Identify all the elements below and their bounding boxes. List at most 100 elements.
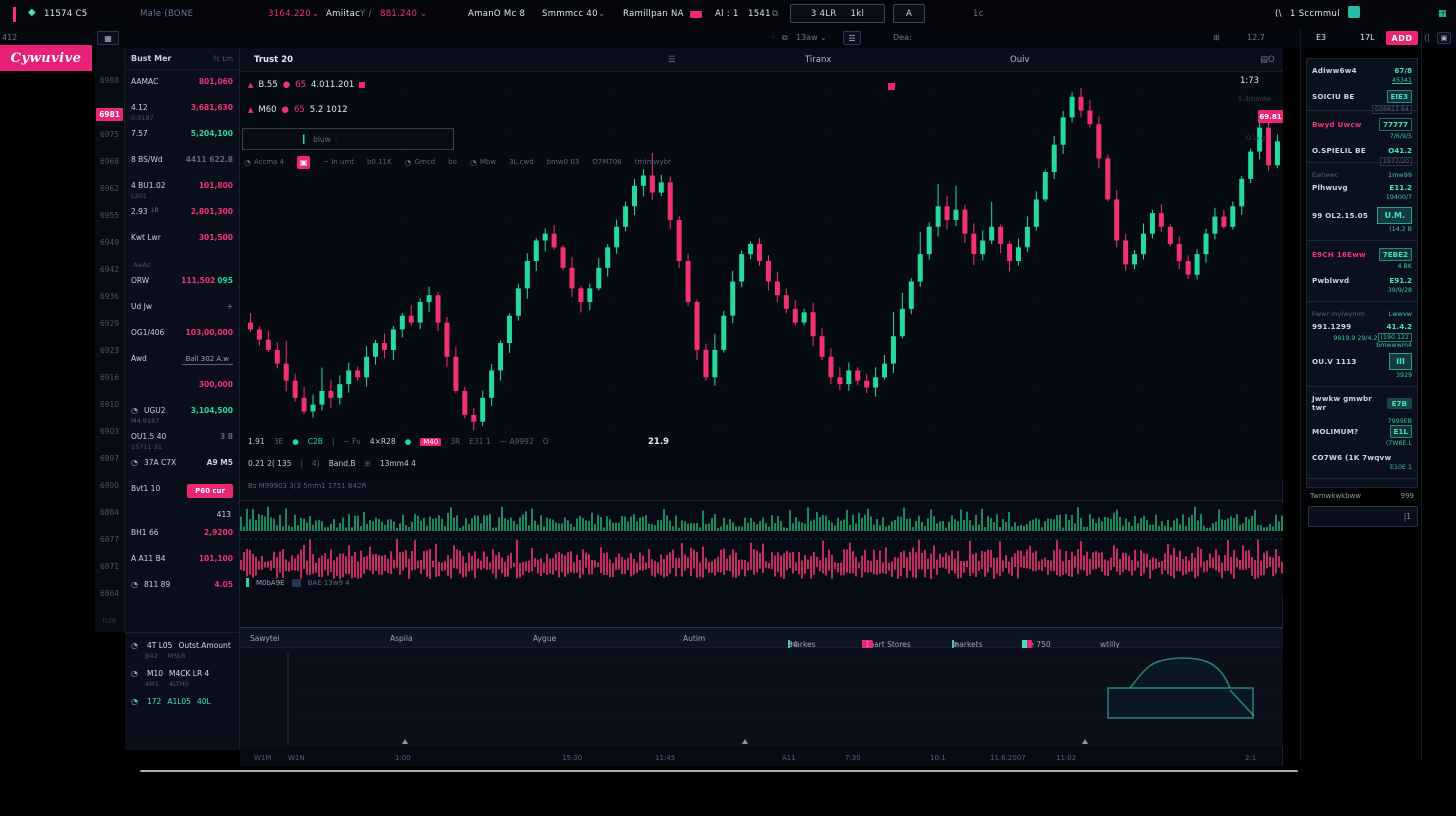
watchlist-row[interactable]: 4 BU1.02L201101,800 [131, 177, 233, 203]
chart-tab[interactable]: Ouiv [1010, 55, 1029, 65]
ladder-price[interactable]: 6910 [95, 398, 124, 425]
external-icon[interactable]: ⧉ [772, 9, 778, 19]
user-menu[interactable]: (\ [1275, 9, 1282, 19]
watchlist-row[interactable]: 4.120.01873,681,630 [131, 99, 233, 125]
camera-icon[interactable]: ▣ [1437, 32, 1451, 44]
watchlist-row[interactable]: OG1/406103,00,000 [131, 324, 233, 350]
sidebar-input[interactable]: |1 [1308, 506, 1418, 527]
price-a[interactable]: 3164.220 [268, 9, 311, 19]
order-button[interactable]: 3 4LR 1kl [790, 4, 885, 23]
ladder-price[interactable]: 6923 [95, 344, 124, 371]
ladder-price[interactable]: 6962 [95, 182, 124, 209]
sidebar-row[interactable]: 991.129941.4.2(190.122 [1312, 319, 1412, 334]
status-icon[interactable] [1348, 6, 1360, 18]
ladder-price[interactable]: 6877 [95, 533, 124, 560]
account-row[interactable]: ◔4T L05Outst.AmountB42M5LR [131, 641, 233, 660]
ladder-price[interactable]: 6864 [95, 587, 124, 614]
watchlist-row[interactable]: ◔UGU2M4.91873,104,500 [131, 402, 233, 428]
ladder-price[interactable]: 6975 [95, 128, 124, 155]
toolbar-chip[interactable]: 3L.cwd [509, 158, 534, 166]
toolbar-chip[interactable]: ◔Gmcd [405, 158, 436, 167]
sidebar-row[interactable]: E9CH 16Eww7EBE24 BK [1312, 245, 1412, 273]
ladder-price[interactable]: 6871 [95, 560, 124, 587]
menu-icon[interactable]: ☰ [843, 31, 861, 45]
watchlist-row[interactable]: A A11 B4101,100 [131, 550, 233, 576]
brand-logo[interactable]: Cywuvive [0, 45, 92, 71]
sidebar-row[interactable]: PlhwuvgE11.219400/7 [1312, 180, 1412, 204]
add-button[interactable]: ADD [1386, 31, 1418, 45]
right-icons[interactable]: O ia g [1246, 134, 1265, 142]
burger-icon[interactable]: ☰ [668, 55, 676, 65]
toolbar-chip[interactable]: bo [448, 158, 457, 166]
sidebar-row[interactable]: OU.V 1113III3929 [1312, 350, 1412, 382]
doc-icon[interactable]: ⧉ [782, 33, 788, 43]
buy-button[interactable]: P60 cur [187, 484, 233, 498]
sidebar-row[interactable]: 99 OL2.15.05U.M.(14.2 B [1312, 204, 1412, 236]
sidebar-row[interactable]: MO2 brwvwm49E1 [1312, 483, 1412, 488]
ladder-price[interactable]: 6903 [95, 425, 124, 452]
sidebar-tab-b[interactable]: 17L [1360, 33, 1375, 42]
volume-indicator[interactable] [240, 503, 1283, 598]
letter-a-button[interactable]: A [893, 4, 925, 23]
watchlist-row[interactable]: 300,000 [131, 376, 233, 402]
sidebar-row[interactable]: PwblwvdE91.239/9/28 [1312, 273, 1412, 297]
timeframe-box[interactable]: ▎ bluw · [242, 128, 454, 150]
ladder-price[interactable]: 6955 [95, 209, 124, 236]
toolbar-chip[interactable]: ~ In umt [323, 158, 354, 166]
ladder-price[interactable]: 6929 [95, 317, 124, 344]
toolbar-chip[interactable]: ◔Accma 4 [244, 158, 284, 167]
ladder-price[interactable]: 6981 [96, 108, 123, 121]
ladder-price[interactable]: 6942 [95, 263, 124, 290]
toolbar-chip[interactable]: ◔Mbw [470, 158, 496, 167]
watchlist-row[interactable]: OU1.5 4015711 313 8 [131, 428, 233, 454]
positions-panel[interactable] [240, 648, 1283, 746]
pink-tool-icon[interactable]: ▣ [297, 156, 310, 169]
ladder-price[interactable]: 6936 [95, 290, 124, 317]
watchlist-input[interactable]: Ball 302 A.w [182, 354, 233, 365]
toolbar-chip[interactable]: tmtmwybr [635, 158, 671, 166]
sidebar-tab-a[interactable]: E3 [1316, 33, 1326, 42]
watchlist-row[interactable]: ◔37A C7XA9 M5 [131, 454, 233, 480]
sidebar-row[interactable]: Adiww6w467/845341 [1312, 63, 1412, 87]
sidebar-row[interactable]: Bwyd Uwcw777777/6/9/5 [1312, 115, 1412, 143]
chart-legend-row-2[interactable]: ▲ M60 ● 65 5.2 1012 [248, 105, 348, 115]
watchlist-row[interactable]: ◔811 894.05 [131, 576, 233, 602]
ladder-price[interactable]: 6968 [95, 155, 124, 182]
ladder-price[interactable]: 6897 [95, 452, 124, 479]
doc-label[interactable]: 13aw [796, 33, 818, 42]
layout-icon[interactable]: ⊞ [1213, 33, 1220, 42]
toolbar-chip[interactable]: O7M706 [592, 158, 621, 166]
ladder-price[interactable]: 6988 [95, 74, 124, 101]
topbar-item-e[interactable]: Ramillpan NA [623, 9, 684, 19]
panel-icon[interactable]: ▤O [1260, 55, 1275, 65]
watchlist-row[interactable]: 7.575,204,100 [131, 125, 233, 151]
sidebar-row[interactable]: 7999EBMOLIMUM?E1L(7W6E.L [1312, 415, 1412, 450]
watchlist-row[interactable]: AAMAC801,060 [131, 73, 233, 99]
account-row[interactable]: ◔172A1L0540L [131, 697, 233, 706]
chart-tab[interactable]: Trust 20 [254, 55, 293, 65]
watchlist-header-icons[interactable]: fc Lm [214, 55, 233, 63]
watchlist-row[interactable]: Kwt Lwr301,500 [131, 229, 233, 255]
sidebar-row[interactable]: Jwwkw gmwbr twrE7B [1312, 391, 1412, 415]
sidebar-row[interactable]: O.SPIELIL BEO41.21977/20 [1312, 143, 1412, 158]
price-ladder[interactable]: 6988698169756968696269556949694269366929… [95, 48, 125, 632]
account-row[interactable]: ◔M10M4CK LR 44M14LTH0 [131, 669, 233, 688]
grid-icon[interactable]: ▦ [1438, 9, 1447, 19]
ladder-price[interactable]: 6890 [95, 479, 124, 506]
topbar-item-d[interactable]: Smmmcc 40 [542, 9, 598, 19]
window-resize-handle[interactable] [140, 770, 1298, 772]
chart-legend-row-1[interactable]: ▲ B.55 ● 65 4.011.201 [248, 80, 365, 90]
toolbar-chip[interactable]: bmw0 03 [547, 158, 580, 166]
grid-view-icon[interactable]: ▦ [97, 31, 119, 45]
watchlist-row[interactable]: 8 BS/Wd4411 622.8 [131, 151, 233, 177]
user-label[interactable]: 1 Sccmmul [1290, 9, 1340, 19]
price-b[interactable]: 881.240 [380, 9, 417, 19]
watchlist-row[interactable]: 2.931B2,801,300 [131, 203, 233, 229]
watchlist-row[interactable]: Ud Jw+ [131, 298, 233, 324]
topbar-item-c[interactable]: AmanO Mc 8 [468, 9, 525, 19]
toolbar-chip[interactable]: b0.11K [367, 158, 392, 166]
sidebar-row[interactable]: SOICIU BEEIE3026617 64 [1312, 87, 1412, 106]
watchlist-row[interactable]: BH1 662,9200 [131, 524, 233, 550]
watchlist-row[interactable]: ORW111,502095 [131, 272, 233, 298]
chart-tab[interactable]: Tiranx [805, 55, 831, 65]
